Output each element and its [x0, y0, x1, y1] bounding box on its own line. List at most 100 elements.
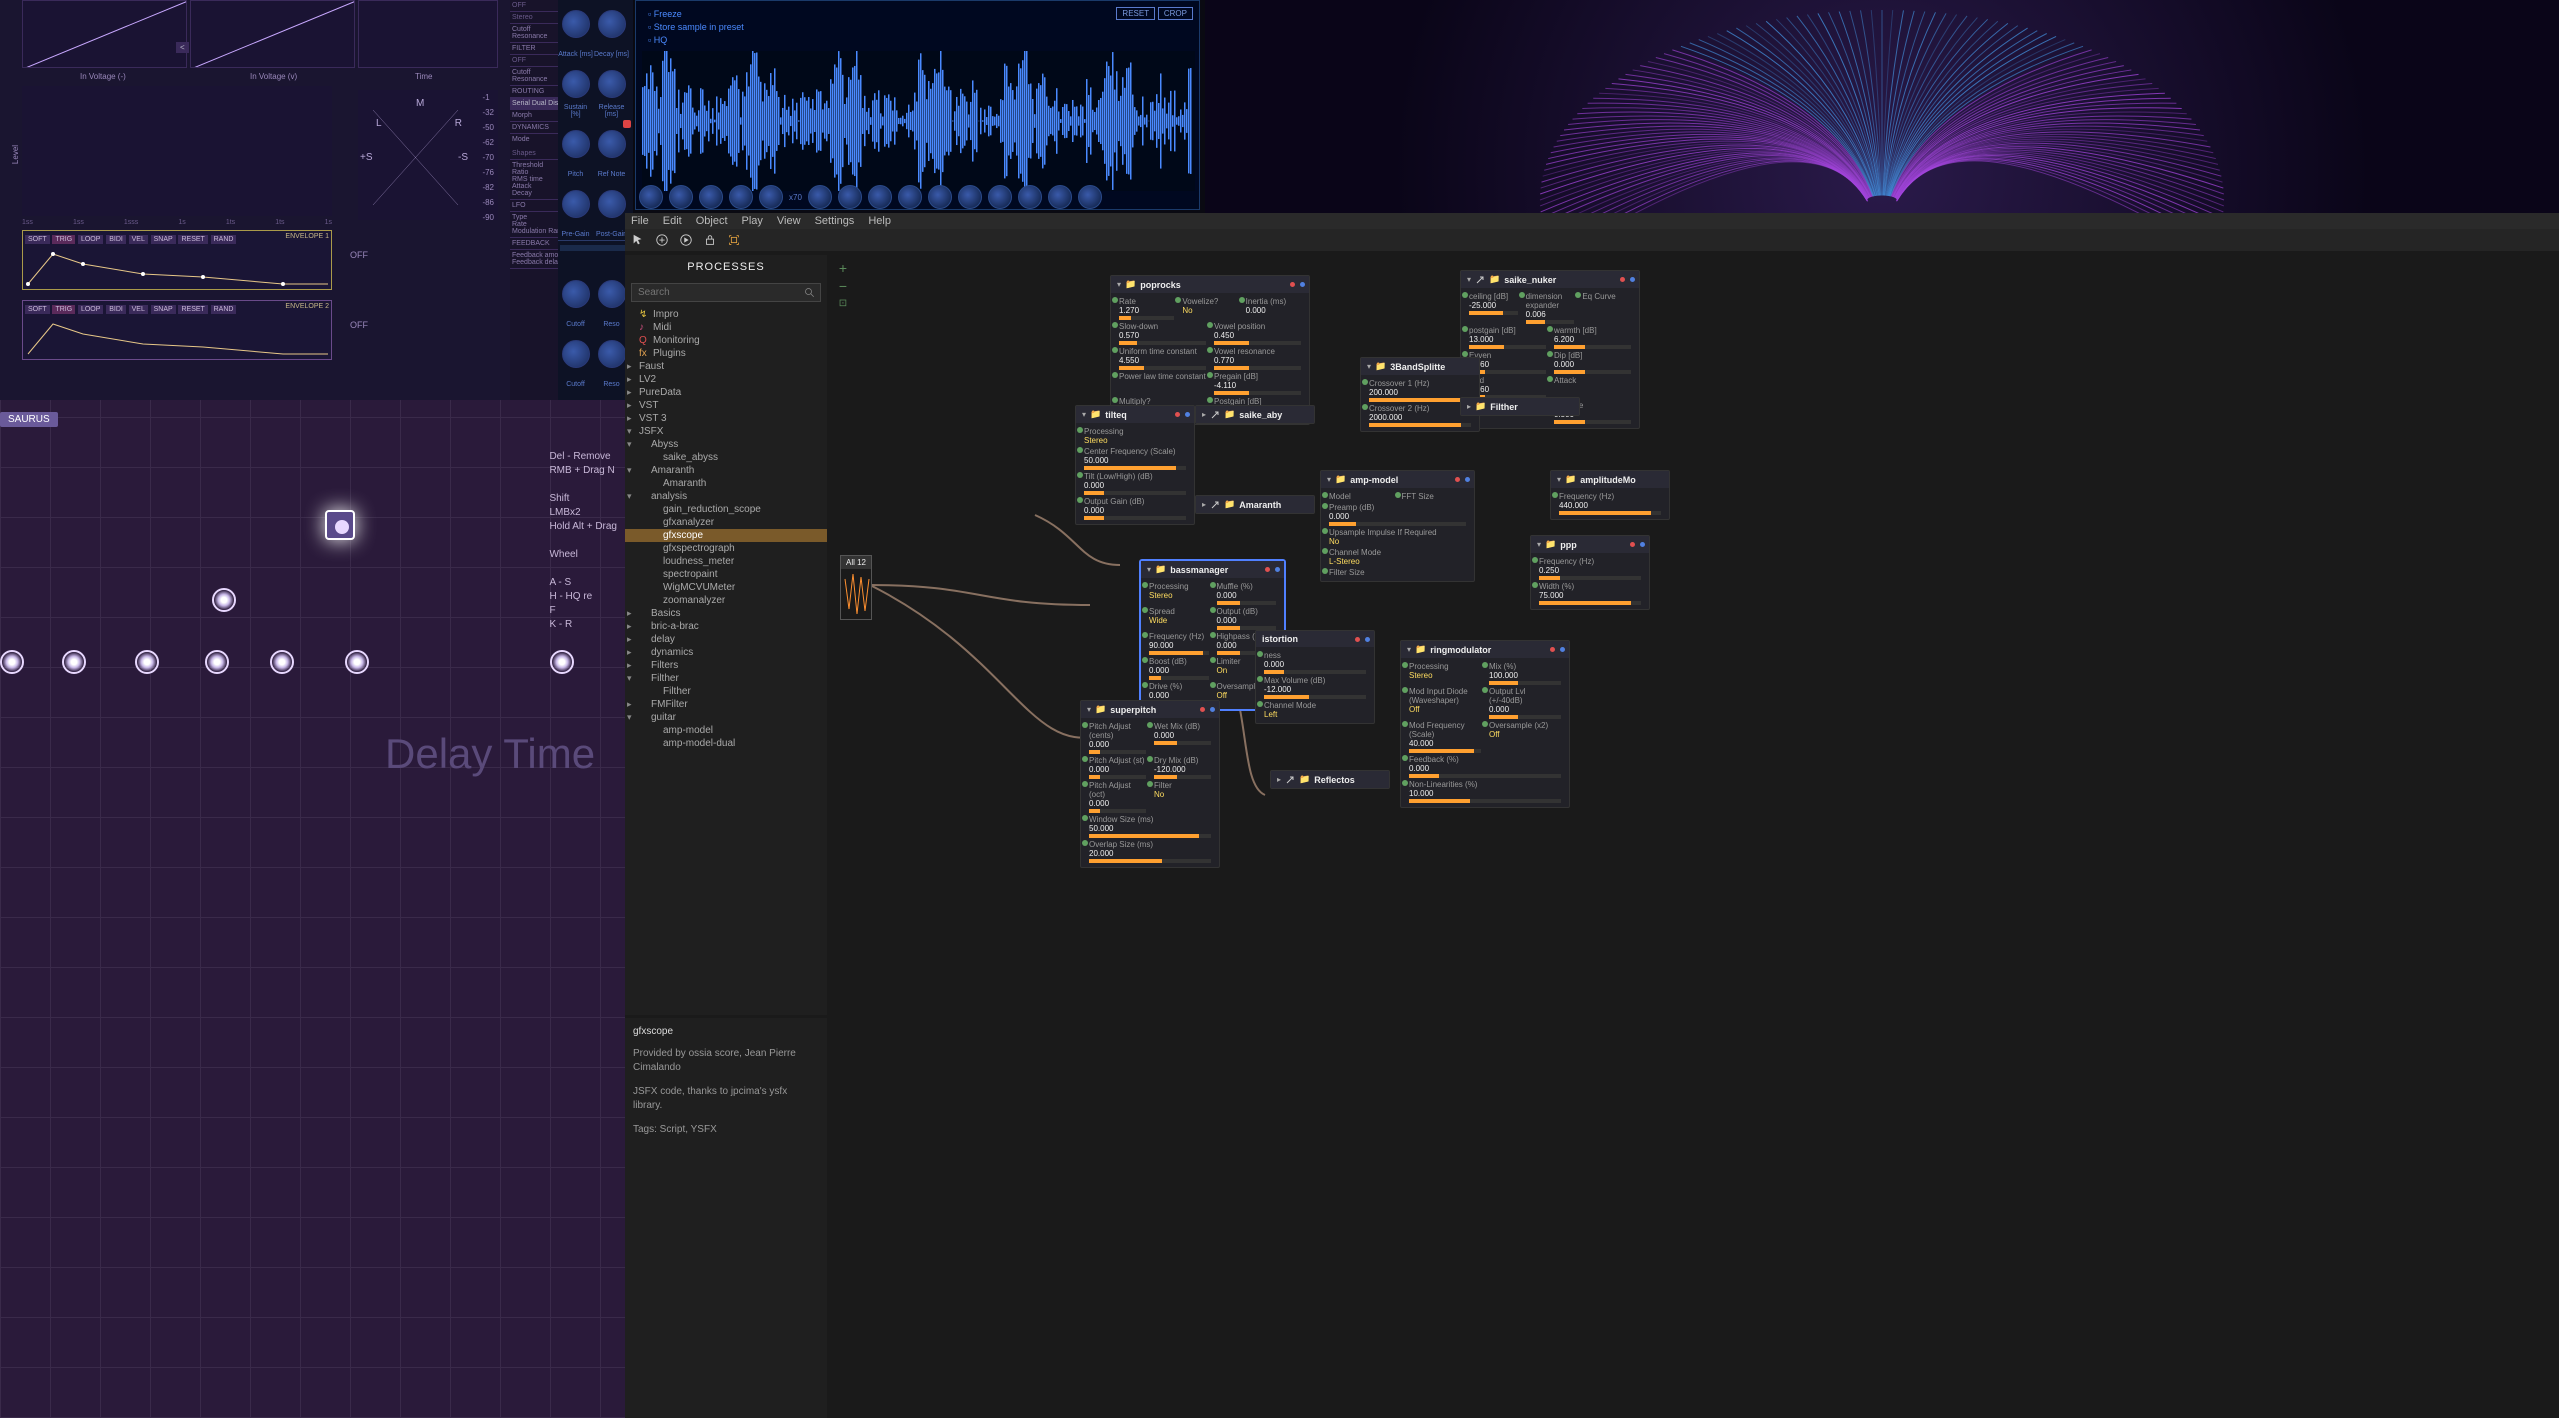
collapse-icon[interactable]: ▾: [1327, 475, 1331, 484]
tree-item[interactable]: QMonitoring: [625, 334, 827, 347]
menu-settings[interactable]: Settings: [815, 215, 855, 227]
menu-edit[interactable]: Edit: [663, 215, 682, 227]
collapse-icon[interactable]: ▸: [1467, 402, 1471, 411]
mini-knob[interactable]: [699, 185, 723, 209]
tree-item[interactable]: gain_reduction_scope: [625, 503, 827, 516]
env-bidi[interactable]: BIDI: [106, 235, 126, 244]
tree-item[interactable]: ▸LV2: [625, 373, 827, 386]
all12-node[interactable]: All 12: [840, 555, 872, 620]
collapse-icon[interactable]: ▾: [1367, 362, 1371, 371]
mini-knob[interactable]: [729, 185, 753, 209]
env2-bidi[interactable]: BIDI: [106, 305, 126, 314]
tree-item[interactable]: ▸PureData: [625, 386, 827, 399]
tree-item[interactable]: spectropaint: [625, 568, 827, 581]
mini-knob[interactable]: [958, 185, 982, 209]
tree-item[interactable]: zoomanalyzer: [625, 594, 827, 607]
tree-item[interactable]: ▾JSFX: [625, 425, 827, 438]
tree-item[interactable]: ▸Basics: [625, 607, 827, 620]
add-icon[interactable]: [655, 233, 669, 247]
menu-view[interactable]: View: [777, 215, 801, 227]
tree-item[interactable]: ▾guitar: [625, 711, 827, 724]
node-reflectos[interactable]: ▸ 📁 Reflectos: [1270, 770, 1390, 789]
synth-graph-3[interactable]: [358, 0, 498, 68]
tree-item[interactable]: ▸Filters: [625, 659, 827, 672]
env-reset[interactable]: RESET: [178, 235, 207, 244]
saurus-node[interactable]: [205, 650, 229, 674]
collapse-icon[interactable]: ▾: [1407, 645, 1411, 654]
external-icon[interactable]: [1475, 275, 1485, 285]
pointer-icon[interactable]: [631, 233, 645, 247]
tree-item[interactable]: ▸FMFilter: [625, 698, 827, 711]
env2-trig[interactable]: TRIG: [52, 305, 75, 314]
tree-item[interactable]: ▾Filther: [625, 672, 827, 685]
mini-knob[interactable]: [928, 185, 952, 209]
mini-knob[interactable]: [759, 185, 783, 209]
node-amplitudemod[interactable]: ▾ 📁 amplitudeMo Frequency (Hz)440.000: [1550, 470, 1670, 520]
saurus-node[interactable]: [270, 650, 294, 674]
lr-panel[interactable]: L R M +S -S -1 -32 -50 -62 -70 -76 -82 -…: [358, 90, 498, 220]
tree-item[interactable]: ↯Impro: [625, 308, 827, 321]
mini-knob[interactable]: [1078, 185, 1102, 209]
zoom-in-button[interactable]: +: [836, 261, 850, 275]
node-saike-aby[interactable]: ▸ 📁 saike_aby: [1195, 405, 1315, 424]
node-poprocks[interactable]: ▾ 📁 poprocks Rate1.270Vowelize?NoInertia…: [1110, 275, 1310, 425]
env-soft[interactable]: SOFT: [25, 235, 50, 244]
tree-item[interactable]: ▾Abyss: [625, 438, 827, 451]
reso-knob-1[interactable]: [598, 280, 626, 308]
saurus-node[interactable]: [135, 650, 159, 674]
saurus-selected-node[interactable]: [325, 510, 355, 540]
hq-option[interactable]: ▫ HQ: [648, 35, 744, 45]
mini-knob[interactable]: [1018, 185, 1042, 209]
saurus-node[interactable]: [345, 650, 369, 674]
level-graph[interactable]: 1ss 1ss 1sss 1s 1ts 1ts 1s: [22, 86, 332, 216]
collapse-button[interactable]: <: [176, 42, 189, 53]
pitch-knob[interactable]: [562, 130, 590, 158]
store-option[interactable]: ▫ Store sample in preset: [648, 22, 744, 32]
tree-item[interactable]: saike_abyss: [625, 451, 827, 464]
env-rand[interactable]: RAND: [211, 235, 237, 244]
tree-item[interactable]: ▸VST 3: [625, 412, 827, 425]
mini-knob[interactable]: [639, 185, 663, 209]
decay-knob[interactable]: [598, 10, 626, 38]
collapse-icon[interactable]: ▸: [1277, 775, 1281, 784]
tree-item[interactable]: ▸Faust: [625, 360, 827, 373]
release-knob[interactable]: [598, 70, 626, 98]
tree-item[interactable]: gfxspectrograph: [625, 542, 827, 555]
search-icon[interactable]: [804, 287, 816, 299]
node-filther[interactable]: ▸ 📁 Filther: [1460, 397, 1580, 416]
envelope-1[interactable]: SOFT TRIG LOOP BIDI VEL SNAP RESET RAND …: [22, 230, 332, 290]
node-amaranth[interactable]: ▸ 📁 Amaranth: [1195, 495, 1315, 514]
tree-item[interactable]: ▸bric-a-brac: [625, 620, 827, 633]
menu-file[interactable]: File: [631, 215, 649, 227]
tree-item[interactable]: ▸VST: [625, 399, 827, 412]
node-distortion[interactable]: istortion ness0.000Max Volume (dB)-12.00…: [1255, 630, 1375, 724]
mini-knob[interactable]: [838, 185, 862, 209]
mini-knob[interactable]: [868, 185, 892, 209]
tree-item[interactable]: gfxscope: [625, 529, 827, 542]
env2-rand[interactable]: RAND: [211, 305, 237, 314]
mini-knob[interactable]: [1048, 185, 1072, 209]
reso-knob-2[interactable]: [598, 340, 626, 368]
saurus-panel[interactable]: SAURUS Del - Remove RMB + Drag N Shift L…: [0, 400, 625, 1418]
tree-item[interactable]: WigMCVUMeter: [625, 581, 827, 594]
sustain-knob[interactable]: [562, 70, 590, 98]
menu-play[interactable]: Play: [742, 215, 763, 227]
mini-knob[interactable]: [669, 185, 693, 209]
tree-item[interactable]: ▸dynamics: [625, 646, 827, 659]
node-superpitch[interactable]: ▾ 📁 superpitch Pitch Adjust (cents)0.000…: [1080, 700, 1220, 868]
refnote-knob[interactable]: [598, 130, 626, 158]
tree-item[interactable]: Filther: [625, 685, 827, 698]
external-icon[interactable]: [1285, 775, 1295, 785]
zoom-out-button[interactable]: −: [836, 279, 850, 293]
node-ppp[interactable]: ▾ 📁 ppp Frequency (Hz)0.250Width (%)75.0…: [1530, 535, 1650, 610]
search-input[interactable]: [638, 287, 788, 298]
saurus-node[interactable]: [0, 650, 24, 674]
env2-vel[interactable]: VEL: [129, 305, 148, 314]
collapse-icon[interactable]: ▸: [1202, 500, 1206, 509]
freeze-option[interactable]: ▫ Freeze: [648, 9, 744, 19]
env2-soft[interactable]: SOFT: [25, 305, 50, 314]
reset-button[interactable]: RESET: [1116, 7, 1155, 20]
menu-object[interactable]: Object: [696, 215, 728, 227]
synth-graph-1[interactable]: [22, 0, 187, 68]
mini-knob[interactable]: [808, 185, 832, 209]
